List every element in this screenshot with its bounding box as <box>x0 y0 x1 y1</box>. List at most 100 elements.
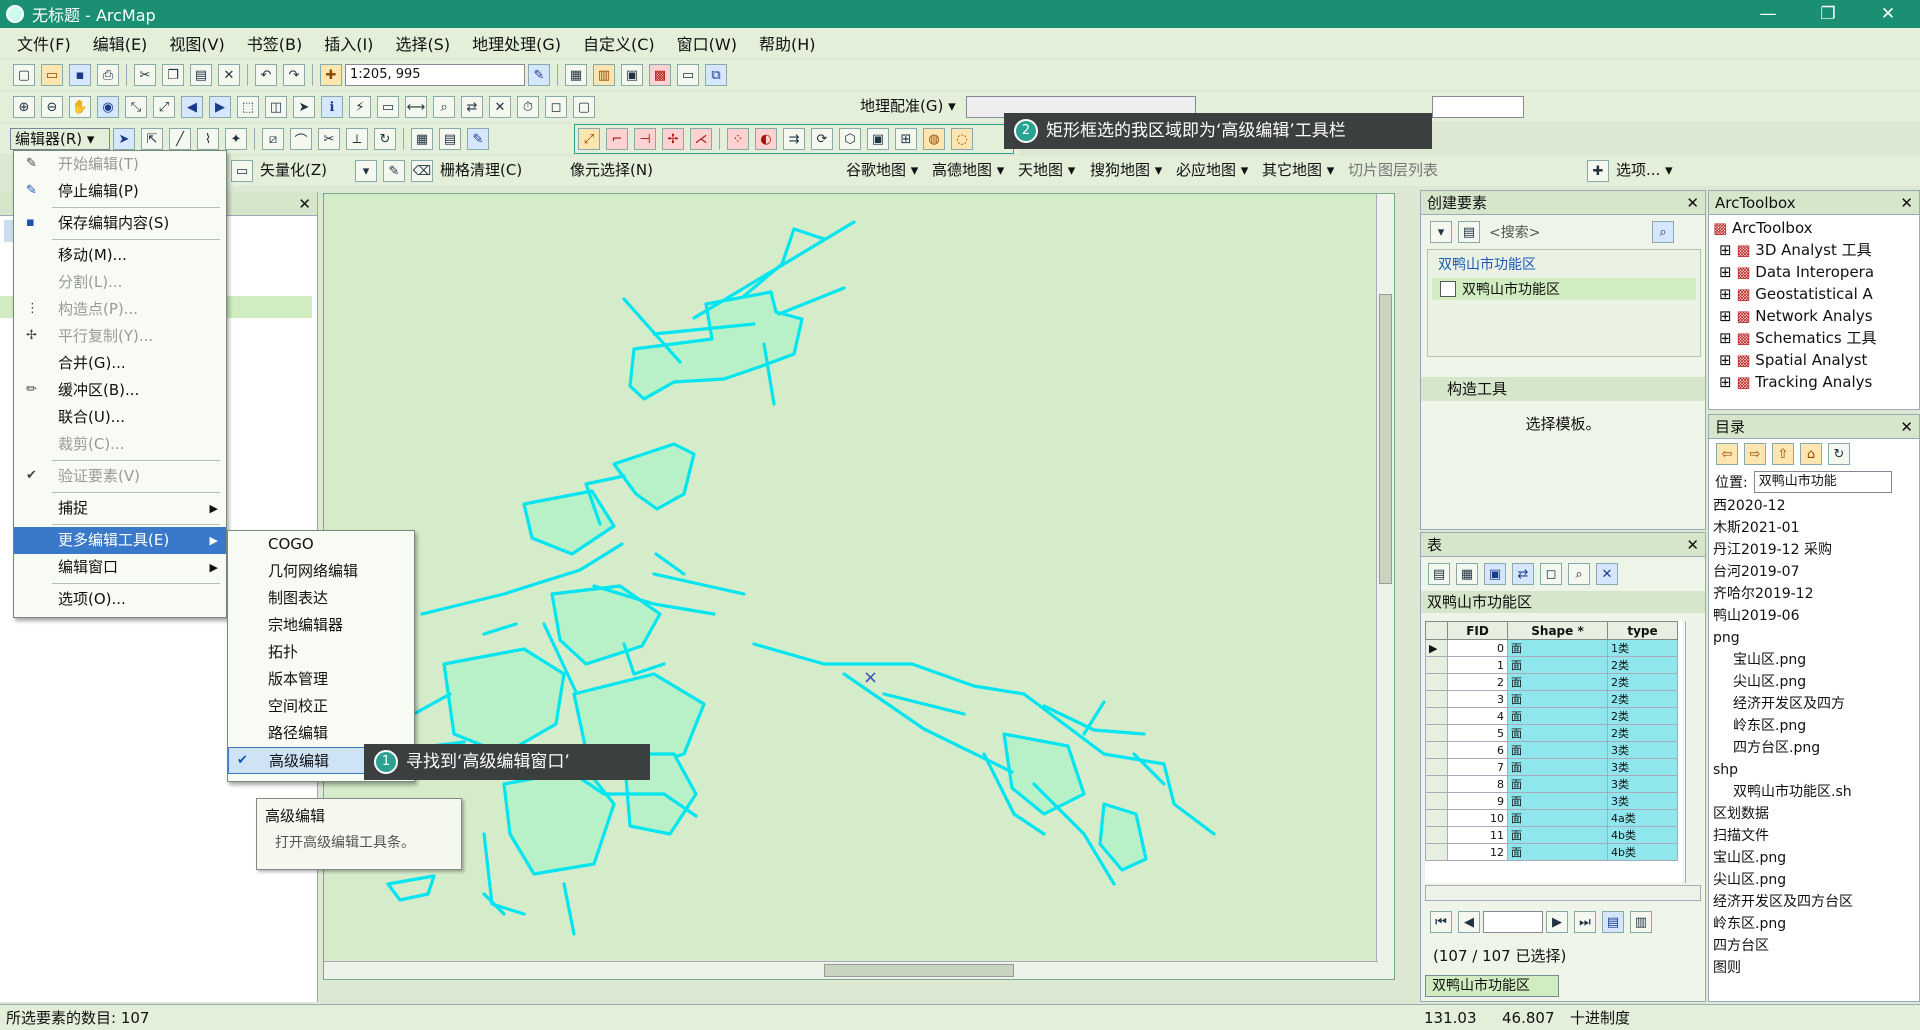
menu-union[interactable]: 联合(U)... <box>14 404 226 431</box>
menu-validate-features[interactable]: ✔ 验证要素(V) <box>14 463 226 490</box>
table-cell[interactable]: 0 <box>1447 639 1508 657</box>
toolbox-item[interactable]: ⊞ ▩ Geostatistical A <box>1713 283 1915 305</box>
table-cell[interactable]: 3类 <box>1607 775 1678 793</box>
tile-layer-list[interactable]: 切片图层列表 <box>1344 160 1584 182</box>
switch-selection-icon[interactable]: ⇄ <box>1512 563 1534 585</box>
table-row[interactable]: 11 面 4b类 <box>1425 826 1678 844</box>
panel-close-icon[interactable]: ✕ <box>1900 415 1913 439</box>
row-selector[interactable] <box>1425 843 1448 861</box>
catalog-item[interactable]: 双鸭山市功能区.sh <box>1711 781 1919 803</box>
menu-stop-editing[interactable]: ✎ 停止编辑(P) <box>14 178 226 205</box>
table-cell[interactable]: 面 <box>1507 775 1608 793</box>
trace-icon[interactable]: ⌇ <box>197 128 219 150</box>
table-horizontal-scrollbar[interactable] <box>1425 885 1701 901</box>
catalog-item[interactable]: 齐哈尔2019-12 <box>1711 583 1919 605</box>
record-number-input[interactable] <box>1483 911 1543 933</box>
catalog-icon[interactable]: ▥ <box>593 64 615 86</box>
row-selector[interactable] <box>1425 656 1448 674</box>
hyperlink-icon[interactable]: ⚡ <box>349 96 371 118</box>
select-by-attributes-icon[interactable]: ▣ <box>1484 563 1506 585</box>
map-tile-add-icon[interactable]: ✚ <box>1587 160 1609 182</box>
goto-xy-icon[interactable]: ✕ <box>489 96 511 118</box>
select-features-icon[interactable]: ⬚ <box>237 96 259 118</box>
pan-icon[interactable]: ✋ <box>69 96 91 118</box>
sketch-properties-icon[interactable]: ▤ <box>439 128 461 150</box>
menu-insert[interactable]: 插入(I) <box>313 31 384 55</box>
row-selector[interactable] <box>1425 724 1448 742</box>
menu-selection[interactable]: 选择(S) <box>384 31 461 55</box>
row-selector[interactable] <box>1425 792 1448 810</box>
table-cell[interactable]: 4b类 <box>1607 843 1678 861</box>
generalize-icon[interactable]: ⊞ <box>895 128 917 150</box>
search-window-icon[interactable]: ▣ <box>621 64 643 86</box>
delete-selected-icon[interactable]: ✕ <box>1596 563 1618 585</box>
toolbox-item[interactable]: ⊞ ▩ Data Interopera <box>1713 261 1915 283</box>
table-cell[interactable]: 面 <box>1507 843 1608 861</box>
clear-selection-icon[interactable]: ◻ <box>1540 563 1562 585</box>
row-selector[interactable] <box>1425 826 1448 844</box>
toc-close-icon[interactable]: ✕ <box>298 192 311 216</box>
row-selector[interactable] <box>1425 741 1448 759</box>
submenu-representation[interactable]: 制图表达 <box>228 585 414 612</box>
table-cell[interactable]: 11 <box>1447 826 1508 844</box>
map-vertical-scrollbar[interactable] <box>1376 194 1394 979</box>
first-record-icon[interactable]: ⏮ <box>1430 911 1452 933</box>
menu-edit[interactable]: 编辑(E) <box>82 31 159 55</box>
table-cell[interactable]: 4 <box>1447 707 1508 725</box>
catalog-item[interactable]: 区划数据 <box>1711 803 1919 825</box>
menu-copy-parallel[interactable]: ✢ 平行复制(Y)... <box>14 323 226 350</box>
catalog-item[interactable]: 岭东区.png <box>1711 913 1919 935</box>
paste-icon[interactable]: ▤ <box>190 64 212 86</box>
table-cell[interactable]: 4a类 <box>1607 809 1678 827</box>
menu-split[interactable]: 分割(L)... <box>14 269 226 296</box>
layer-icon[interactable]: ▭ <box>231 160 253 182</box>
scale-dropdown[interactable]: 1:205, 995 <box>345 64 525 86</box>
arctoolbox-icon[interactable]: ▩ <box>649 64 671 86</box>
open-icon[interactable]: ▭ <box>41 64 63 86</box>
map-vscroll-thumb[interactable] <box>1379 294 1392 584</box>
table-cell[interactable]: 12 <box>1447 843 1508 861</box>
table-row[interactable]: 3 面 2类 <box>1425 690 1678 708</box>
options-menu[interactable]: 选项... ▾ <box>1612 160 1684 182</box>
column-header-type[interactable]: type <box>1607 621 1678 640</box>
home-icon[interactable]: ⌂ <box>1800 443 1822 465</box>
edit-tool-icon[interactable]: ➤ <box>113 128 135 150</box>
location-dropdown[interactable]: 双鸭山市功能 <box>1753 471 1892 493</box>
table-cell[interactable]: 5 <box>1447 724 1508 742</box>
time-slider-icon[interactable]: ⏱ <box>517 96 539 118</box>
table-cell[interactable]: 面 <box>1507 724 1608 742</box>
toolbox-item[interactable]: ⊞ ▩ Schematics 工具 <box>1713 327 1915 349</box>
menu-move[interactable]: 移动(M)... <box>14 242 226 269</box>
row-selector[interactable] <box>1425 809 1448 827</box>
edit-vertices-icon[interactable]: ⧄ <box>262 128 284 150</box>
template-view-icon[interactable]: ▤ <box>1458 221 1480 243</box>
catalog-item[interactable]: png <box>1711 627 1919 649</box>
catalog-item[interactable]: 宝山区.png <box>1711 649 1919 671</box>
menu-merge[interactable]: 合并(G)... <box>14 350 226 377</box>
table-cell[interactable]: 2类 <box>1607 690 1678 708</box>
maximize-button[interactable]: ❐ <box>1800 0 1856 28</box>
add-data-icon[interactable]: ✚ <box>320 64 342 86</box>
google-map-menu[interactable]: 谷歌地图 ▾ <box>842 160 928 182</box>
construct-geodesic-icon[interactable]: ◐ <box>755 128 777 150</box>
explode-icon[interactable]: ⁘ <box>727 128 749 150</box>
table-cell[interactable]: 面 <box>1507 656 1608 674</box>
next-record-icon[interactable]: ▶ <box>1546 911 1568 933</box>
extend-icon[interactable]: ⊣ <box>634 128 656 150</box>
vectorization-menu[interactable]: 矢量化(Z) <box>256 160 352 182</box>
construct-polygons-icon[interactable]: ⬡ <box>839 128 861 150</box>
table-row[interactable]: 5 面 2类 <box>1425 724 1678 742</box>
cell-selection-menu[interactable]: 像元选择(N) <box>566 160 706 182</box>
table-of-contents-icon[interactable]: ▦ <box>565 64 587 86</box>
table-cell[interactable]: 面 <box>1507 758 1608 776</box>
table-row[interactable]: 8 面 3类 <box>1425 775 1678 793</box>
reshape-icon[interactable]: ⌒ <box>290 128 312 150</box>
html-popup-icon[interactable]: ▭ <box>377 96 399 118</box>
catalog-item[interactable]: 西2020-12 <box>1711 495 1919 517</box>
modelbuilder-icon[interactable]: ⧉ <box>705 64 727 86</box>
find-icon[interactable]: ⌕ <box>433 96 455 118</box>
catalog-item[interactable]: 图则 <box>1711 957 1919 979</box>
cut-icon[interactable]: ✂ <box>134 64 156 86</box>
menu-options[interactable]: 选项(O)... <box>14 586 226 613</box>
previous-record-icon[interactable]: ◀ <box>1458 911 1480 933</box>
